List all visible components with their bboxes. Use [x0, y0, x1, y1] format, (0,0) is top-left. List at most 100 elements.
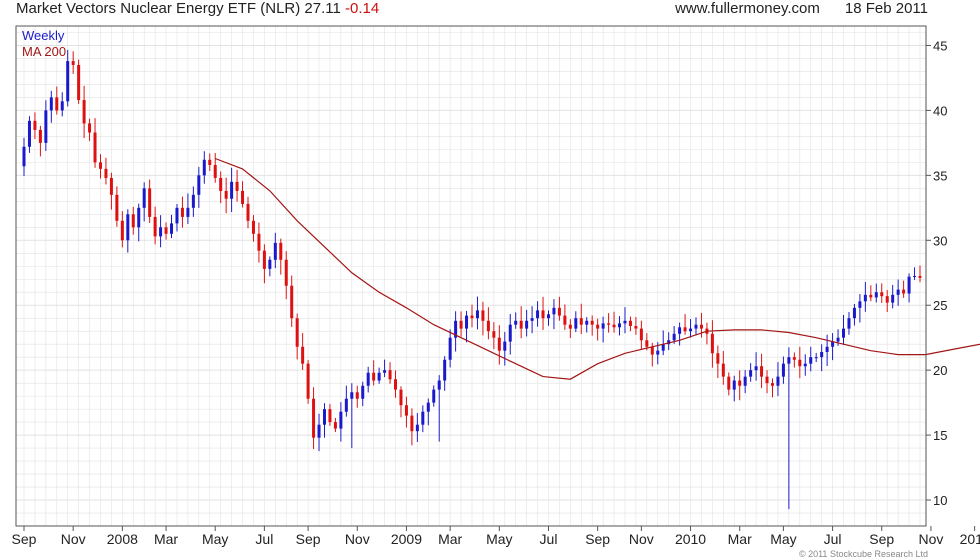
- candle-body: [497, 337, 501, 351]
- x-tick-label: May: [770, 531, 796, 547]
- candle-body: [847, 318, 851, 329]
- candle-body: [880, 292, 884, 297]
- x-tick-label: May: [202, 531, 228, 547]
- candle-body: [27, 120, 31, 147]
- candle-body: [350, 392, 354, 399]
- candle-body: [251, 220, 255, 234]
- candle-body: [66, 61, 70, 102]
- candle-body: [628, 320, 632, 326]
- candle-body: [639, 328, 643, 341]
- x-tick-label: 2011: [960, 531, 980, 547]
- y-tick-label: 25: [933, 298, 947, 313]
- ma-label: MA 200: [22, 44, 66, 59]
- candle-body: [672, 333, 676, 341]
- candle-body: [262, 250, 266, 269]
- candle-body: [486, 320, 490, 332]
- candle-body: [519, 320, 523, 329]
- candle-body: [885, 296, 889, 303]
- candle-body: [241, 190, 245, 204]
- candle-body: [115, 194, 119, 221]
- candle-body: [891, 294, 895, 303]
- x-tick-label: Nov: [61, 531, 86, 547]
- candle-body: [77, 64, 81, 101]
- candle-body: [918, 276, 922, 278]
- candle-body: [415, 424, 419, 432]
- candle-body: [634, 326, 638, 329]
- candle-body: [301, 346, 305, 364]
- candle-body: [536, 310, 540, 319]
- y-tick-label: 40: [933, 103, 947, 118]
- candle-body: [913, 276, 917, 277]
- candle-body: [126, 214, 130, 241]
- candle-body: [328, 409, 332, 423]
- candle-body: [765, 376, 769, 384]
- price-chart: 10 15 20 25 30 35 40 45 Sep Nov 2008 Mar May Jul Sep N…: [12, 25, 980, 547]
- candle-body: [268, 259, 272, 269]
- candle-body: [612, 324, 616, 328]
- candle-body: [623, 320, 627, 324]
- candle-body: [607, 323, 611, 325]
- candle-body: [656, 350, 660, 355]
- candle-body: [312, 398, 316, 438]
- candle-body: [552, 307, 556, 315]
- candle-body: [770, 383, 774, 386]
- copyright-credit: © 2011 Stockcube Research Ltd: [798, 549, 928, 559]
- candle-body: [224, 190, 228, 199]
- candle-body: [202, 159, 206, 176]
- x-tick-label: Jul: [824, 531, 842, 547]
- x-tick-label: 2008: [107, 531, 138, 547]
- y-tick-label: 15: [933, 428, 947, 443]
- candle-body: [437, 380, 441, 390]
- candle-body: [842, 328, 846, 338]
- candle-body: [596, 324, 600, 329]
- candle-body: [131, 214, 135, 228]
- candle-body: [557, 307, 561, 316]
- candle-body: [399, 389, 403, 406]
- candle-body: [776, 376, 780, 386]
- candle-body: [93, 132, 97, 163]
- candle-body: [475, 310, 479, 319]
- candle-body: [120, 220, 124, 241]
- candle-body: [743, 376, 747, 386]
- candle-body: [809, 357, 813, 364]
- candle-body: [44, 110, 48, 143]
- candle-body: [787, 357, 791, 364]
- candle-body: [197, 175, 201, 195]
- candle-body: [792, 357, 796, 360]
- candle-body: [492, 331, 496, 338]
- candle-body: [443, 359, 447, 381]
- candle-body: [508, 324, 512, 342]
- y-axis: 10 15 20 25 30 35 40 45: [926, 38, 947, 508]
- x-tick-label: Jul: [540, 531, 558, 547]
- candle-body: [88, 123, 92, 133]
- candle-body: [716, 353, 720, 364]
- candle-body: [230, 181, 234, 199]
- candle-body: [426, 402, 430, 412]
- candle-body: [465, 315, 469, 329]
- candle-body: [432, 389, 436, 403]
- candle-body: [170, 223, 174, 234]
- x-tick-label: Nov: [918, 531, 943, 547]
- candle-body: [683, 327, 687, 332]
- candle-body: [896, 289, 900, 295]
- candle-body: [142, 188, 146, 208]
- candle-body: [481, 310, 485, 321]
- candle-body: [825, 346, 829, 352]
- candle-body: [344, 398, 348, 412]
- candle-body: [421, 411, 425, 425]
- candle-body: [661, 344, 665, 351]
- candle-body: [361, 385, 365, 399]
- candle-body: [852, 307, 856, 319]
- candle-body: [814, 357, 818, 359]
- candle-body: [306, 363, 310, 399]
- candle-body: [874, 292, 878, 298]
- candle-body: [180, 207, 184, 217]
- x-tick-label: Sep: [869, 531, 894, 547]
- candle-body: [836, 337, 840, 342]
- candle-body: [164, 227, 168, 234]
- candle-body: [902, 289, 906, 294]
- candle-body: [333, 422, 337, 429]
- candle-body: [601, 323, 605, 329]
- candle-body: [273, 242, 277, 260]
- candle-body: [563, 315, 567, 325]
